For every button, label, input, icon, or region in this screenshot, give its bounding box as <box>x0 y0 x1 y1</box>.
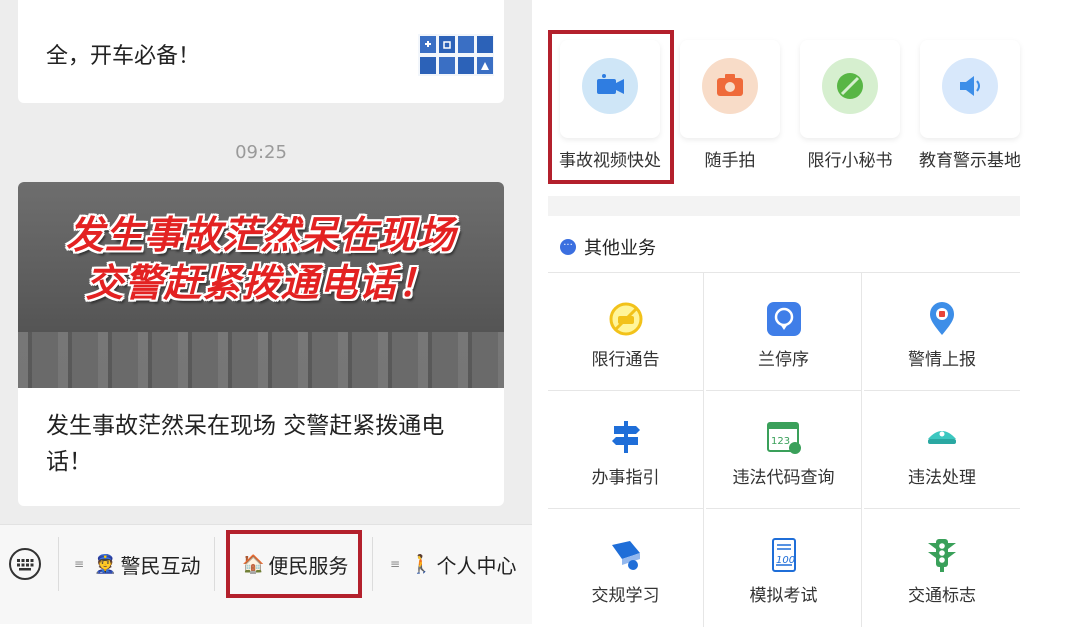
more-dots-icon: ··· <box>560 239 576 255</box>
alarm-location-icon <box>930 302 954 335</box>
service-mock-exam[interactable]: 100 模拟考试 <box>706 509 862 627</box>
camera-icon <box>717 74 743 96</box>
banner-headline-line1: 发生事故茫然呆在现场 <box>65 213 456 257</box>
service-traffic-rule-study[interactable]: 交规学习 <box>548 509 704 627</box>
menu-separator <box>372 537 373 591</box>
menu-label: 警民互动 <box>120 553 201 578</box>
no-entry-icon <box>837 73 863 99</box>
menu-item-personal-center[interactable]: ≡ 🚶 个人中心 <box>390 525 516 603</box>
restriction-assistant-label: 限行小秘书 <box>807 151 893 171</box>
icon-circle <box>702 58 758 114</box>
icon-circle <box>822 58 878 114</box>
section-divider <box>548 196 1020 216</box>
service-panel: 事故视频快处 随手拍 限行小秘书 教育警示基地 ··· 其他业务 限行通告 兰停… <box>548 0 1021 627</box>
service-label: 违法代码查询 <box>732 468 835 488</box>
keyboard-icon[interactable] <box>8 547 42 581</box>
section-header: ··· 其他业务 <box>560 234 656 260</box>
menu-separator <box>214 537 215 591</box>
message-timestamp: 09:25 <box>235 142 287 163</box>
banner-headline-line2: 交警赶紧拨通电话！ <box>85 261 437 305</box>
menu-separator <box>58 537 59 591</box>
service-label: 警情上报 <box>908 350 976 370</box>
banner-background <box>18 332 504 388</box>
chat-panel: 全，开车必备！ 09:25 发生事故茫然呆在现场 交警赶紧拨通电话！ 发生事故茫… <box>0 0 532 624</box>
article-card-previous[interactable]: 全，开车必备！ <box>18 0 504 103</box>
highlight-box-accident-video <box>548 30 674 184</box>
menu-item-police-interaction[interactable]: ≡ 👮 警民互动 <box>74 525 200 603</box>
police-cap-icon <box>928 431 956 444</box>
highlight-box-convenience-service <box>226 530 362 598</box>
snapshot-button[interactable] <box>680 40 780 138</box>
person-walking-icon: 🚶 <box>410 553 433 575</box>
service-violation-handling[interactable]: 违法处理 <box>864 391 1020 509</box>
code-calendar-icon: 123 <box>767 422 801 454</box>
article-card[interactable]: 发生事故茫然呆在现场 交警赶紧拨通电话！ 发生事故茫然呆在现场 交警赶紧拨通电话… <box>18 182 504 506</box>
service-label: 限行通告 <box>591 350 660 370</box>
service-label: 交规学习 <box>591 586 660 606</box>
study-book-icon <box>612 541 640 570</box>
service-grid: 限行通告 兰停序 警情上报 办事指引 123 违法代码查询 违法处理 交规学习 … <box>548 272 1020 627</box>
submenu-icon: ≡ <box>390 557 401 571</box>
service-label: 模拟考试 <box>749 586 818 606</box>
service-incident-report[interactable]: 警情上报 <box>864 273 1020 391</box>
service-label: 办事指引 <box>591 468 660 488</box>
menu-label: 个人中心 <box>436 553 517 578</box>
service-label: 兰停序 <box>758 350 809 370</box>
service-violation-code-query[interactable]: 123 违法代码查询 <box>706 391 862 509</box>
article-snippet: 全，开车必备！ <box>46 44 201 69</box>
article-caption: 发生事故茫然呆在现场 交警赶紧拨通电话！ <box>46 413 445 475</box>
exam-paper-icon: 100 <box>772 538 796 572</box>
police-officer-icon: 👮 <box>94 553 117 575</box>
snapshot-label: 随手拍 <box>704 151 756 171</box>
traffic-light-icon <box>928 539 956 572</box>
section-title: 其他业务 <box>584 238 656 259</box>
traffic-signs-thumbnail <box>418 34 494 76</box>
speaker-icon <box>960 76 980 96</box>
service-restriction-notice[interactable]: 限行通告 <box>548 273 704 391</box>
service-traffic-signs[interactable]: 交通标志 <box>864 509 1020 627</box>
restricted-car-icon <box>609 302 643 336</box>
submenu-icon: ≡ <box>74 557 85 571</box>
education-base-button[interactable] <box>920 40 1020 138</box>
signpost-icon <box>612 421 640 453</box>
article-banner-image: 发生事故茫然呆在现场 交警赶紧拨通电话！ <box>18 182 504 388</box>
service-lantingxu[interactable]: 兰停序 <box>706 273 862 391</box>
icon-circle <box>942 58 998 114</box>
svg-text:123: 123 <box>771 436 790 447</box>
restriction-assistant-button[interactable] <box>800 40 900 138</box>
education-base-label: 教育警示基地 <box>919 151 1021 171</box>
parking-pin-icon <box>767 302 801 336</box>
service-label: 违法处理 <box>908 468 976 488</box>
service-guide[interactable]: 办事指引 <box>548 391 704 509</box>
service-label: 交通标志 <box>908 586 976 606</box>
